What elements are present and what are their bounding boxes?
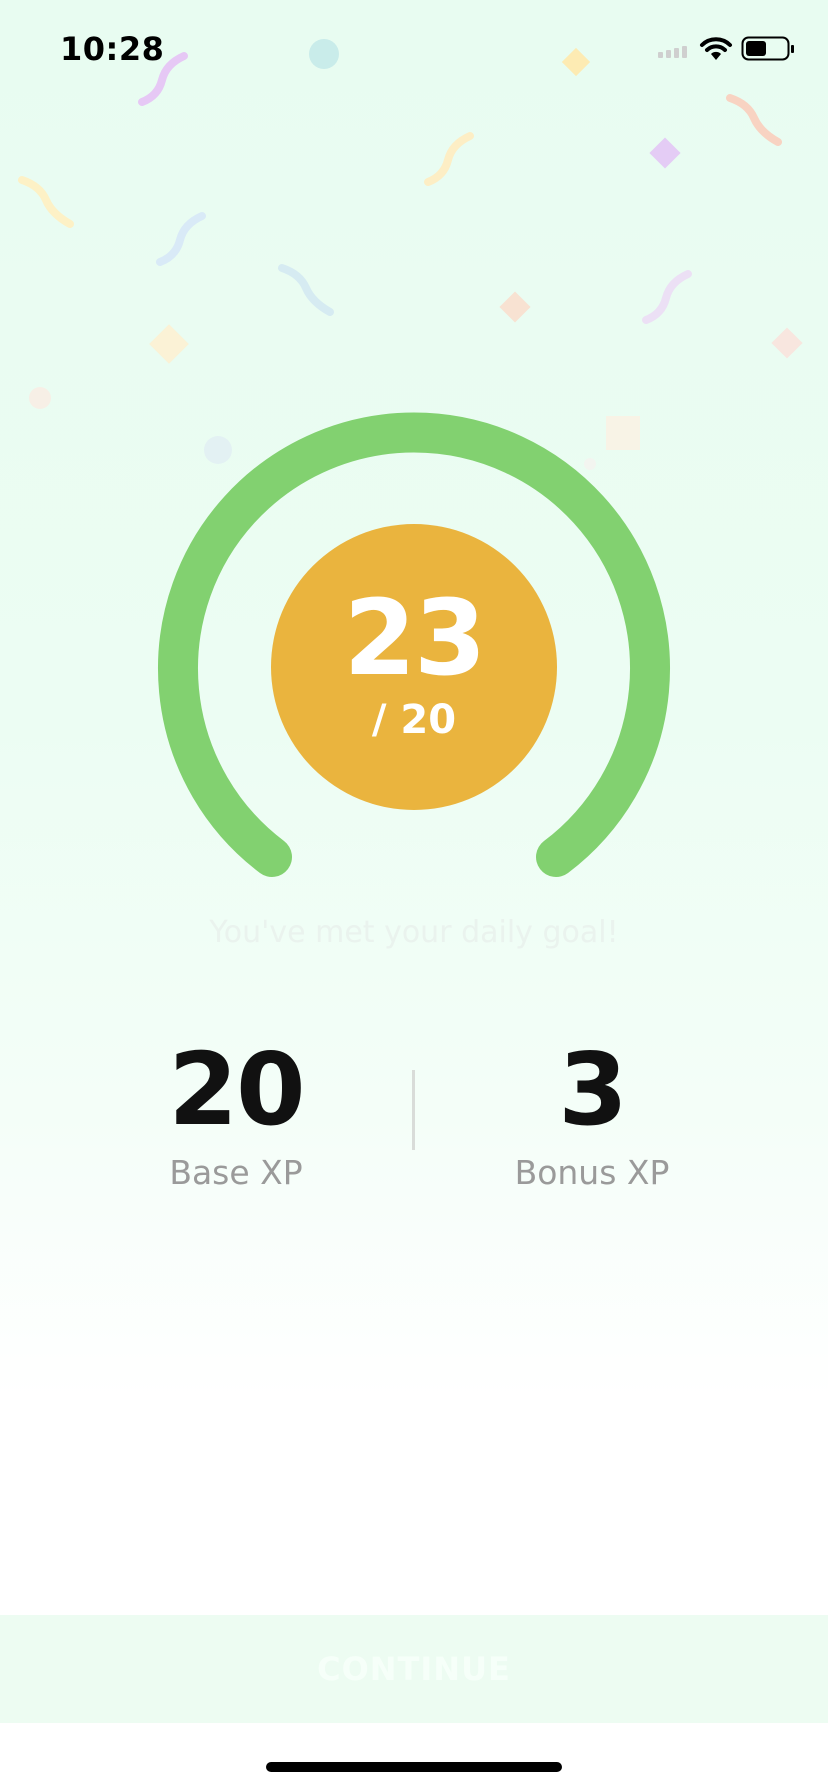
stats-divider bbox=[412, 1070, 415, 1150]
xp-earned-value: 23 bbox=[343, 577, 487, 699]
bonus-xp-stat: 3 Bonus XP bbox=[442, 1031, 742, 1192]
base-xp-label: Base XP bbox=[169, 1153, 303, 1192]
bonus-xp-value: 3 bbox=[558, 1031, 628, 1148]
continue-button-label: CONTINUE bbox=[317, 1650, 511, 1688]
home-indicator[interactable] bbox=[266, 1762, 562, 1772]
xp-total-circle: 23 / 20 bbox=[271, 524, 557, 810]
continue-button[interactable]: CONTINUE bbox=[0, 1615, 828, 1723]
bonus-xp-label: Bonus XP bbox=[514, 1153, 670, 1192]
base-xp-stat: 20 Base XP bbox=[86, 1031, 386, 1192]
goal-met-message: You've met your daily goal! bbox=[209, 915, 619, 950]
xp-goal-label: / 20 bbox=[371, 697, 457, 743]
base-xp-value: 20 bbox=[168, 1031, 305, 1148]
